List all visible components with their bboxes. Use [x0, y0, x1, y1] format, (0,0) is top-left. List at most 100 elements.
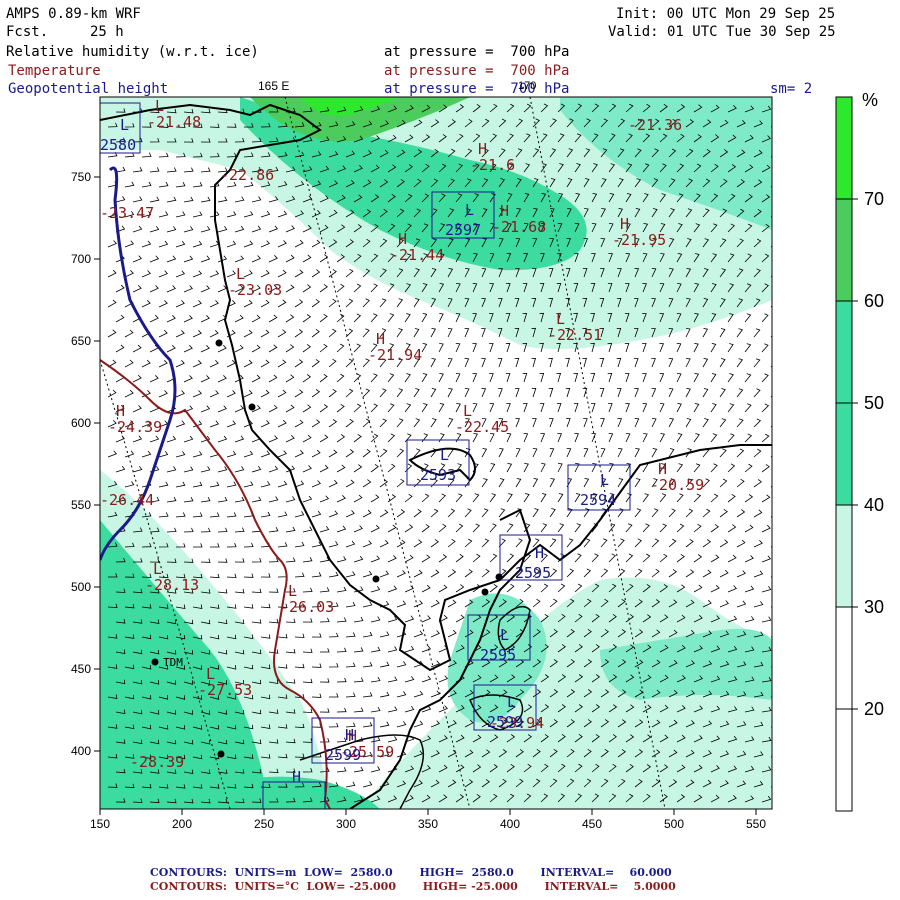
colorbar-bin: [835, 96, 853, 200]
height-value-label: 2597: [445, 221, 481, 239]
temperature-value-label: -23.03: [228, 281, 282, 299]
y-tick-label: 600: [71, 416, 91, 430]
height-extremum-mark: H: [535, 544, 544, 562]
colorbar-unit: %: [862, 90, 878, 110]
height-extremum-mark: L: [500, 626, 509, 644]
wind-barb: [779, 165, 787, 172]
y-tick-label: 500: [71, 580, 91, 594]
temperature-value-label: -21.6: [470, 156, 515, 174]
wind-barb: [779, 374, 786, 382]
height-extremum-mark: H: [292, 768, 301, 786]
wind-barb: [779, 617, 788, 622]
y-tick-label: 750: [71, 170, 91, 184]
temperature-value-label: -22.45: [455, 418, 509, 436]
wind-barb: [779, 526, 787, 532]
wind-barb: [779, 195, 787, 202]
station-dot: [372, 575, 380, 583]
wind-barb: [779, 254, 786, 262]
temperature-value-label: -20.59: [650, 476, 704, 494]
height-contour-info: CONTOURS: UNITS=m LOW= 2580.0 HIGH= 2580…: [150, 866, 672, 879]
colorbar-bin: [835, 300, 853, 404]
x-tick-label: 300: [336, 817, 356, 831]
height-extremum-mark: L: [507, 693, 516, 711]
height-value-label: 2595: [515, 564, 551, 582]
y-tick-label: 550: [71, 498, 91, 512]
wind-barb: [779, 796, 788, 802]
temperature-value-label: -28.13: [145, 576, 199, 594]
wind-barb: [779, 678, 788, 682]
wind-barb: [779, 556, 788, 562]
colorbar-label: 30: [864, 597, 884, 617]
wind-barb: [779, 587, 788, 592]
height-extremum-mark: L: [600, 471, 609, 489]
temperature-value-label: -21.48: [147, 113, 201, 131]
colorbar-label: 70: [864, 189, 884, 209]
wind-barb: [779, 767, 788, 772]
height-value-label: 2599: [325, 746, 361, 764]
height-value-label: 2599: [487, 713, 523, 731]
x-tick-label: 550: [746, 817, 766, 831]
station-dot: [248, 403, 256, 411]
station-dot: [217, 750, 225, 758]
x-tick-label: 400: [500, 817, 520, 831]
x-tick-label: 450: [582, 817, 602, 831]
wind-barb: [779, 737, 788, 742]
x-tick-label: 250: [254, 817, 274, 831]
height-value-label: 2580: [100, 136, 136, 154]
colorbar: 70 60 50 40 30 20: [835, 96, 884, 812]
temperature-contour-info: CONTOURS: UNITS=°C LOW= -25.000 HIGH= -2…: [150, 880, 676, 893]
height-value-label: 2593: [420, 466, 456, 484]
wind-barb: [779, 708, 788, 713]
colorbar-bin: [835, 504, 853, 608]
wind-barb: [779, 136, 788, 142]
height-extremum-mark: L: [120, 116, 129, 134]
colorbar-label: 40: [864, 495, 884, 515]
station-dot: [215, 339, 223, 347]
wind-barb: [779, 344, 785, 352]
colorbar-label: 60: [864, 291, 884, 311]
x-tick-label: 200: [172, 817, 192, 831]
wind-barb: [779, 284, 786, 292]
x-tick-label: 350: [418, 817, 438, 831]
height-value-label: 2594: [580, 491, 616, 509]
colorbar-label: 50: [864, 393, 884, 413]
wind-barb: [779, 314, 785, 322]
temperature-value-label: -22.51: [548, 326, 602, 344]
temperature-value-label: -24.39: [108, 418, 162, 436]
wind-barb: [779, 106, 788, 112]
wind-barb: [779, 465, 787, 472]
temperature-value-label: -28.39: [130, 753, 184, 771]
height-value-label: 2595: [480, 646, 516, 664]
station-dot: [495, 573, 503, 581]
temperature-value-label: -26.03: [280, 598, 334, 616]
wind-barb: [779, 225, 786, 233]
temperature-value-label: -21.68: [492, 218, 546, 236]
wind-barb: [779, 404, 786, 412]
temperature-value-label: -27.53: [198, 681, 252, 699]
colorbar-bin: [835, 198, 853, 302]
height-extremum-mark: H: [345, 726, 354, 744]
temperature-value-label: -21.36: [628, 116, 682, 134]
temperature-value-label: -21.44: [390, 246, 444, 264]
wind-barb: [779, 434, 786, 442]
temperature-value-label: -23.47: [100, 204, 154, 222]
wind-barb: [779, 647, 788, 652]
station-dot: [481, 588, 489, 596]
station-dot: [151, 658, 159, 666]
y-tick-label: 700: [71, 252, 91, 266]
y-tick-label: 400: [71, 744, 91, 758]
weather-map: L -21.48 -22.86 H -21.6 -21.36 -23.47 H -21.68 H -…: [71, 90, 884, 831]
height-extremum-mark: L: [465, 201, 474, 219]
station-label-tdm: TDM: [163, 656, 183, 669]
colorbar-bin: [835, 402, 853, 506]
x-tick-label: 150: [90, 817, 110, 831]
colorbar-bin: [835, 708, 853, 812]
wind-barb: [779, 495, 787, 502]
height-extremum-mark: L: [440, 446, 449, 464]
temperature-value-label: -21.94: [368, 346, 422, 364]
temperature-value-label: -22.86: [220, 166, 274, 184]
temperature-value-label: -21.95: [612, 231, 666, 249]
colorbar-label: 20: [864, 699, 884, 719]
y-tick-label: 450: [71, 662, 91, 676]
y-tick-label: 650: [71, 334, 91, 348]
